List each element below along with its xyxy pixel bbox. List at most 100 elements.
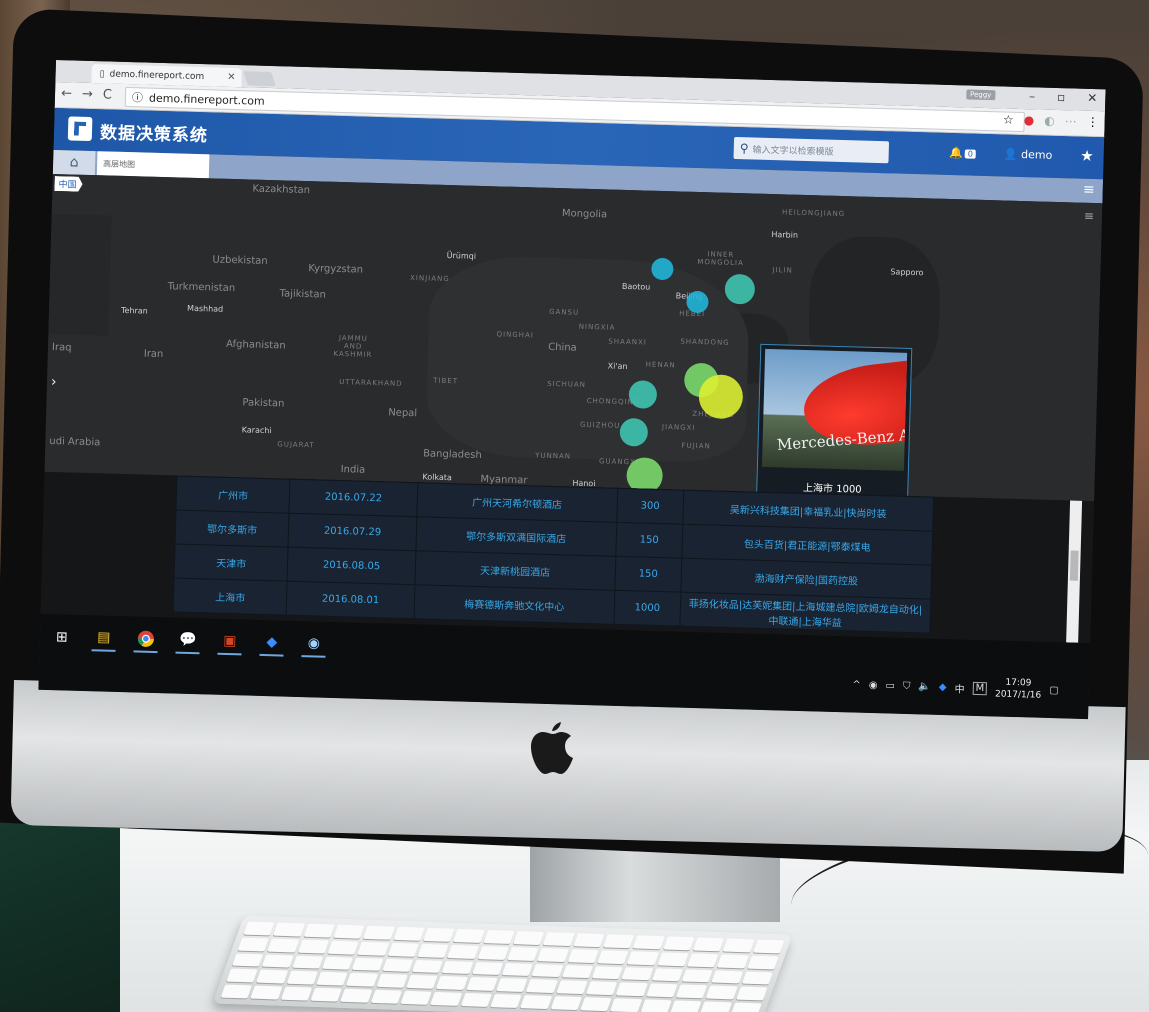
- venue-popup[interactable]: Mercedes-Benz Arena 上海市 1000: [755, 343, 913, 502]
- page-tab-label: 高层地图: [103, 158, 136, 169]
- keyboard-key: [662, 936, 695, 951]
- pinterest-icon[interactable]: ●: [1024, 113, 1035, 127]
- keyboard-key: [675, 984, 708, 999]
- keyboard-key: [591, 965, 624, 980]
- blue-app-icon[interactable]: ◆: [259, 631, 285, 657]
- keyboard-key: [256, 969, 288, 984]
- keyboard-key: [572, 933, 605, 947]
- table-cell-sponsors: 菲扬化妆品|达芙妮集团|上海城建总院|欧姆龙自动化|中联通|上海华益: [679, 592, 931, 634]
- keyboard-key: [261, 954, 294, 968]
- tray-app-icon[interactable]: ◉: [869, 679, 878, 690]
- keyboard-key: [555, 980, 588, 995]
- tab-map[interactable]: 高层地图: [96, 151, 210, 179]
- powerpoint-icon[interactable]: ▣: [217, 630, 243, 656]
- keyboard-key: [376, 974, 408, 988]
- keyboard-key: [741, 971, 774, 985]
- keyboard-key: [507, 946, 539, 961]
- chrome-logo: [137, 630, 154, 647]
- bell-icon: 🔔: [948, 145, 964, 159]
- keyboard-key: [243, 921, 275, 936]
- scrollbar-thumb[interactable]: [1069, 550, 1079, 581]
- keyboard-key: [417, 943, 450, 958]
- chrome-icon[interactable]: [133, 628, 159, 654]
- table-cell-date: 2016.07.22: [289, 479, 418, 517]
- profile-badge[interactable]: Peggy: [965, 89, 996, 101]
- ime-mode-indicator[interactable]: M: [972, 681, 988, 695]
- keyboard-key: [327, 940, 360, 955]
- keyboard-key: [453, 928, 485, 943]
- forward-icon[interactable]: →: [82, 87, 93, 102]
- keyboard-key: [615, 982, 648, 997]
- hamburger-menu-icon[interactable]: ≡: [1083, 182, 1095, 198]
- windows-start-icon[interactable]: ⊞: [50, 626, 75, 651]
- keyboard-key: [340, 988, 373, 1003]
- keyboard-key: [700, 1001, 732, 1012]
- keyboard-key: [280, 986, 313, 1001]
- chrome-menu-icon[interactable]: ⋮: [1086, 115, 1098, 129]
- table-cell-city: 鄂尔多斯市: [175, 510, 290, 548]
- keyboard-key: [460, 993, 492, 1007]
- keyboard-key: [381, 958, 414, 973]
- file-explorer-icon[interactable]: ▤: [91, 627, 117, 652]
- info-icon[interactable]: ⓘ: [132, 89, 143, 105]
- bubble-marker-chongqing[interactable]: [628, 380, 658, 409]
- bubble-marker-dalian[interactable]: [724, 274, 755, 305]
- back-icon[interactable]: ←: [61, 86, 72, 101]
- table-cell-city: 上海市: [173, 577, 288, 616]
- keyboard-key: [580, 997, 612, 1012]
- new-tab-button[interactable]: [243, 71, 276, 87]
- table-scrollbar[interactable]: [1066, 500, 1083, 643]
- bookmark-star-icon[interactable]: ☆: [1003, 112, 1014, 126]
- keyboard-key: [730, 1002, 762, 1012]
- home-button[interactable]: ⌂: [52, 149, 96, 176]
- tray-blue-app-icon[interactable]: ◆: [939, 681, 947, 692]
- keyboard-key: [321, 956, 354, 971]
- ime-indicator[interactable]: 中: [954, 680, 964, 695]
- event-table: 广州市 2016.07.22 广州天河希尔顿酒店 300 吴新兴科技集团|幸福乳业|快尚…: [172, 475, 935, 634]
- table-cell-amount: 150: [615, 522, 683, 559]
- keyboard-key: [363, 925, 395, 940]
- finereport-logo-icon: [67, 116, 93, 142]
- keyboard-key: [316, 972, 348, 986]
- keyboard-key: [220, 984, 253, 999]
- keyboard-key: [250, 985, 283, 1000]
- keyboard-key: [513, 931, 545, 945]
- notifications-button[interactable]: 🔔 0: [948, 145, 977, 159]
- action-center-icon[interactable]: ▢: [1049, 684, 1059, 695]
- extension-icon[interactable]: ◐: [1044, 114, 1055, 128]
- network-icon[interactable]: ▭: [885, 680, 895, 691]
- china-map[interactable]: 中国 ≡ › Kazakhstan Mongolia Uzbekistan Ky…: [44, 173, 1103, 502]
- table-cell-venue: 鄂尔多斯双满国际酒店: [415, 516, 617, 557]
- template-search-input[interactable]: ⚲ 输入文字以检索模版: [733, 136, 890, 164]
- close-window-icon[interactable]: ✕: [1087, 91, 1097, 105]
- user-menu[interactable]: 👤 demo: [1004, 147, 1053, 161]
- bubble-marker-inner-mongolia[interactable]: [651, 258, 674, 281]
- keyboard-key: [333, 924, 365, 939]
- keyboard-key: [651, 967, 684, 982]
- chevron-up-icon[interactable]: ^: [852, 679, 861, 690]
- system-clock[interactable]: 17:09 2017/1/16: [995, 676, 1042, 701]
- bubble-marker-beijing[interactable]: [686, 291, 709, 314]
- maximize-icon[interactable]: ▫: [1057, 90, 1066, 104]
- volume-icon[interactable]: 🔈: [918, 681, 931, 692]
- security-shield-icon[interactable]: ⛉: [903, 680, 911, 691]
- favorites-star-icon[interactable]: ★: [1080, 147, 1094, 165]
- keyboard-key: [567, 948, 599, 963]
- browser-tab-title: demo.finereport.com: [109, 69, 205, 82]
- keyboard-key: [640, 999, 672, 1012]
- keyboard-key: [711, 970, 744, 984]
- bubble-marker-hunan[interactable]: [619, 418, 648, 447]
- extension-dots-icon[interactable]: ⋯: [1064, 114, 1076, 128]
- keyboard-key: [483, 930, 515, 944]
- keyboard-key: [722, 938, 755, 953]
- keyboard-key: [550, 996, 582, 1011]
- keyboard-key: [310, 987, 343, 1002]
- wechat-icon[interactable]: 💬: [175, 629, 201, 655]
- close-tab-icon[interactable]: ✕: [227, 72, 236, 83]
- circle-app-icon[interactable]: ◉: [301, 633, 327, 658]
- minimize-icon[interactable]: –: [1029, 89, 1035, 103]
- table-cell-amount: 150: [614, 556, 682, 593]
- reload-icon[interactable]: C: [103, 87, 112, 102]
- keyboard-key: [387, 942, 420, 957]
- keyboard-key: [645, 983, 678, 998]
